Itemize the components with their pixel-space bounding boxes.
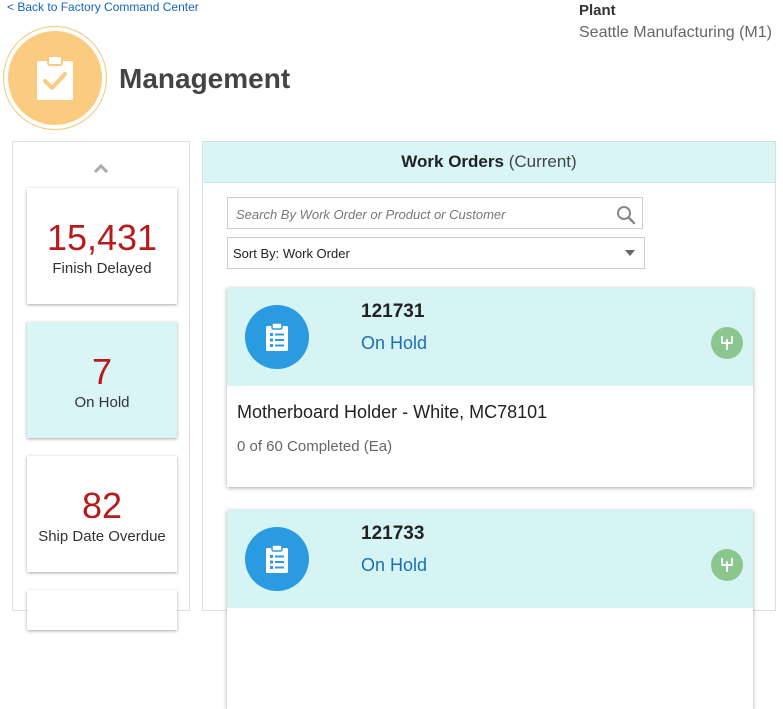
work-order-status: On Hold xyxy=(361,333,428,353)
kpi-tile-partial[interactable] xyxy=(27,590,177,630)
work-order-card[interactable]: 121733 On Hold xyxy=(227,510,753,709)
kpi-label: Ship Date Overdue xyxy=(38,528,166,545)
work-order-card[interactable]: 121731 On Hold Motherboard Holder - Whit… xyxy=(227,288,753,487)
clipboard-list-icon xyxy=(245,305,309,369)
panel-header: Work Orders (Current) xyxy=(203,142,775,183)
plant-value: Seattle Manufacturing (M1) xyxy=(579,24,772,41)
caret-down-icon xyxy=(625,250,635,256)
sort-select-value: Sort By: Work Order xyxy=(233,246,350,261)
kpi-tile-ship-date-overdue[interactable]: 82 Ship Date Overdue xyxy=(27,456,177,572)
kpi-column: 15,431 Finish Delayed 7 On Hold 82 Ship … xyxy=(12,141,190,630)
kpi-label: Finish Delayed xyxy=(52,260,152,277)
search-icon[interactable] xyxy=(616,205,636,225)
plant-info: Plant Seattle Manufacturing (M1) xyxy=(579,2,772,42)
work-order-number: 121731 xyxy=(361,301,425,322)
work-order-status: On Hold xyxy=(361,555,428,575)
kpi-tile-on-hold[interactable]: 7 On Hold xyxy=(27,322,177,438)
kpi-value: 82 xyxy=(81,485,123,526)
kpi-tile-finish-delayed[interactable]: 15,431 Finish Delayed xyxy=(27,188,177,304)
work-orders-panel: Work Orders (Current) Sort By: Work Orde… xyxy=(202,141,776,709)
kpi-label: On Hold xyxy=(74,394,130,411)
management-badge xyxy=(8,31,102,125)
clipboard-check-icon xyxy=(37,55,73,100)
sort-select[interactable]: Sort By: Work Order xyxy=(227,237,645,269)
kpi-value: 7 xyxy=(91,351,113,392)
hold-status-icon xyxy=(711,549,743,581)
hold-status-icon xyxy=(711,327,743,359)
back-to-command-center-link[interactable]: < Back to Factory Command Center xyxy=(7,0,199,14)
work-order-progress: 0 of 60 Completed (Ea) xyxy=(237,438,393,455)
page-title: Management xyxy=(119,63,291,94)
chevron-up-icon[interactable] xyxy=(93,162,109,174)
plant-label: Plant xyxy=(579,2,616,19)
work-order-card-header: 121733 On Hold xyxy=(227,510,753,608)
work-order-number: 121733 xyxy=(361,523,425,544)
search-input[interactable] xyxy=(234,199,608,229)
panel-title: Work Orders xyxy=(401,152,504,171)
panel-subtitle: (Current) xyxy=(508,152,577,171)
clipboard-list-icon xyxy=(245,527,309,591)
search-box xyxy=(227,197,643,229)
kpi-value: 15,431 xyxy=(46,217,158,258)
work-order-product: Motherboard Holder - White, MC78101 xyxy=(237,402,548,422)
work-order-card-header: 121731 On Hold xyxy=(227,288,753,386)
